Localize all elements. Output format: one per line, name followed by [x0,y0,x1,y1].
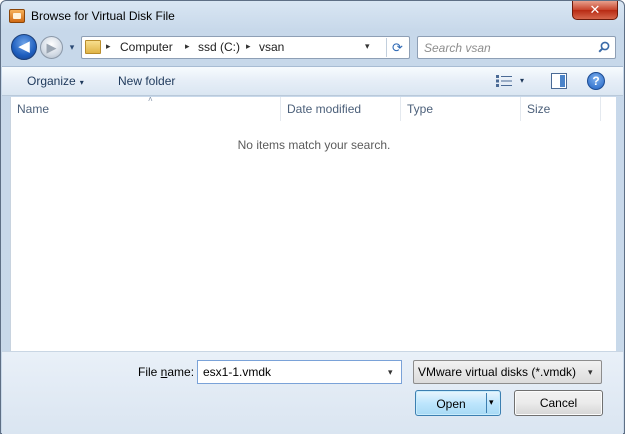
file-name-label-part: File [138,365,161,379]
refresh-button[interactable]: ⟳ [386,38,408,57]
chevron-down-icon: ▾ [588,367,593,377]
column-header-label: Type [407,102,434,116]
organize-button[interactable]: Organize ▾ [27,74,84,88]
file-name-label: File name: [138,365,194,379]
column-header-size[interactable]: Size [521,97,601,121]
breadcrumb-drive[interactable]: ssd (C:) [198,40,240,54]
column-header-label: Date modified [287,102,362,116]
breadcrumb-folder[interactable]: vsan [259,40,284,54]
file-type-value: VMware virtual disks (*.vmdk) [418,365,577,379]
close-button[interactable]: ✕ [572,1,618,20]
search-placeholder: Search vsan [424,41,491,55]
file-name-panel: File name: esx1-1.vmdk ▾ VMware virtual … [2,351,623,434]
organize-label: Organize [27,74,76,88]
open-button[interactable]: Open ▾ [415,390,501,416]
file-name-value[interactable]: esx1-1.vmdk [203,365,271,379]
address-dropdown-icon[interactable]: ▾ [365,41,370,52]
breadcrumb-separator-icon[interactable]: ▸ [185,41,190,52]
forward-button[interactable]: ▶ [40,36,63,59]
help-icon[interactable]: ? [587,72,605,90]
column-header-label: Size [527,102,551,116]
breadcrumb-computer[interactable]: Computer [120,40,173,54]
search-input[interactable]: Search vsan [417,36,616,59]
command-toolbar: Organize ▾ New folder ▾ ? [2,66,623,96]
window-title: Browse for Virtual Disk File [31,9,175,23]
file-name-field[interactable]: esx1-1.vmdk ▾ [197,360,402,384]
open-options-dropdown-icon[interactable]: ▾ [489,397,494,408]
folder-icon [85,40,101,54]
search-icon[interactable] [598,41,610,53]
column-header-name[interactable]: Name ˄ [11,95,281,121]
title-bar[interactable]: Browse for Virtual Disk File ✕ [1,1,624,31]
change-view-icon[interactable] [496,75,512,87]
back-button[interactable]: ◀ [11,34,37,60]
column-header-date-modified[interactable]: Date modified [281,97,401,121]
file-name-dropdown-icon[interactable]: ▾ [388,367,393,378]
column-header-type[interactable]: Type [401,97,521,121]
chevron-down-icon: ▾ [79,78,84,87]
preview-pane-icon[interactable] [551,73,567,89]
address-bar[interactable]: ▸ Computer ▸ ssd (C:) ▸ vsan ▾ ⟳ [81,36,410,59]
open-label: Open [436,397,466,411]
cancel-button[interactable]: Cancel [514,390,603,416]
recent-locations-dropdown-icon[interactable]: ▾ [66,41,78,53]
dialog-window: Browse for Virtual Disk File ✕ ◀ ▶ ▾ ▸ C… [0,0,625,434]
sort-ascending-icon: ˄ [148,95,153,104]
empty-list-message: No items match your search. [237,138,391,152]
column-header-label: Name [17,102,50,116]
breadcrumb-separator-icon[interactable]: ▸ [246,41,251,52]
split-divider [486,393,487,413]
file-type-select[interactable]: VMware virtual disks (*.vmdk) ▾ [413,360,602,384]
file-list[interactable]: Name ˄ Date modified Type Size No items … [10,95,616,351]
new-folder-button[interactable]: New folder [118,74,175,88]
file-name-label-part: ame: [167,365,195,379]
breadcrumb-separator-icon[interactable]: ▸ [106,41,111,52]
app-icon [9,9,25,23]
view-options-dropdown-icon[interactable]: ▾ [520,76,524,85]
